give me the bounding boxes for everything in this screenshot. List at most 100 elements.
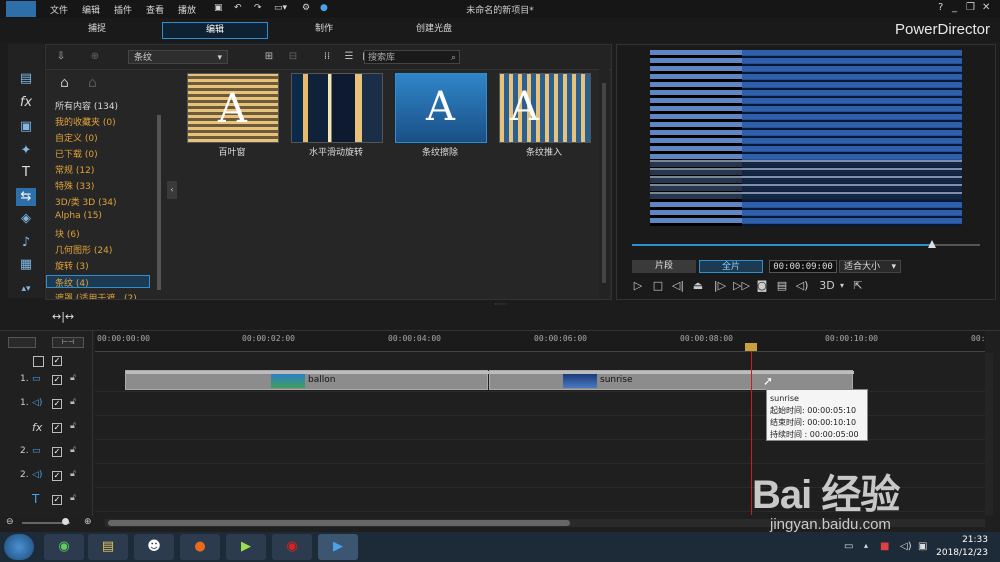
clock-time[interactable]: 21:33 bbox=[962, 535, 988, 545]
minimize-button[interactable]: _ bbox=[952, 2, 957, 13]
menu-playback[interactable]: 播放 bbox=[178, 3, 196, 16]
seek-handle[interactable] bbox=[928, 240, 936, 248]
category-item-selected[interactable]: 条纹 (4) bbox=[46, 275, 150, 289]
category-item[interactable]: Alpha (15) bbox=[55, 211, 102, 221]
tab-produce[interactable]: 制作 bbox=[272, 22, 376, 37]
settings-gear-icon[interactable]: ⚙ bbox=[302, 3, 310, 13]
tab-create-disc[interactable]: 创建光盘 bbox=[382, 22, 486, 37]
qq-icon[interactable]: ☻ bbox=[134, 534, 174, 560]
all-tracks-checkbox[interactable]: ✓ bbox=[52, 356, 62, 366]
category-item[interactable]: 几何图形 (24) bbox=[55, 243, 112, 256]
lock-icon[interactable]: 🔓︎ bbox=[70, 493, 76, 503]
restore-button[interactable]: ❐ bbox=[966, 2, 975, 13]
audio-mixing-icon[interactable]: ◈ bbox=[16, 210, 36, 228]
time-ruler[interactable]: 00:00:00:00 00:00:02:00 00:00:04:00 00:0… bbox=[95, 331, 985, 352]
timeline-scroll-thumb[interactable] bbox=[108, 520, 570, 526]
stop-icon[interactable]: □ bbox=[651, 279, 665, 293]
voice-record-icon[interactable]: ♪ bbox=[16, 234, 36, 252]
category-item[interactable]: 3D/类 3D (34) bbox=[55, 195, 117, 208]
add-icon[interactable]: ⊞ bbox=[262, 50, 276, 64]
track-enable-checkbox[interactable]: ✓ bbox=[52, 471, 62, 481]
track-enable-checkbox[interactable]: ✓ bbox=[52, 375, 62, 385]
close-button[interactable]: ✕ bbox=[982, 2, 990, 13]
lock-icon[interactable]: 🔓︎ bbox=[70, 397, 76, 407]
category-item[interactable]: 块 (6) bbox=[55, 227, 80, 240]
previous-frame-icon[interactable]: ◁| bbox=[671, 279, 685, 293]
menu-file[interactable]: 文件 bbox=[50, 3, 68, 16]
undo-icon[interactable]: ↶ bbox=[234, 3, 242, 13]
fit-size-select[interactable]: 适合大小 ▾ bbox=[839, 260, 901, 273]
firefox-icon[interactable]: ● bbox=[180, 534, 220, 560]
playhead-handle[interactable] bbox=[745, 343, 757, 351]
category-scrollbar[interactable] bbox=[157, 115, 161, 290]
menu-view[interactable]: 查看 bbox=[146, 3, 164, 16]
next-frame-icon[interactable]: |▷ bbox=[713, 279, 727, 293]
grid-view-icon[interactable]: ⁞⁞ bbox=[320, 50, 334, 64]
security-tray-icon[interactable]: ■ bbox=[880, 541, 889, 552]
tab-capture[interactable]: 捕捉 bbox=[45, 22, 149, 37]
mark-in-icon[interactable]: ⏏ bbox=[691, 279, 705, 293]
timecode-display[interactable]: 00:00:09:00 bbox=[769, 260, 837, 273]
undock-preview-icon[interactable]: ⇱ bbox=[851, 279, 865, 293]
clip-sunrise[interactable]: sunrise bbox=[489, 370, 854, 390]
category-item[interactable]: 遮罩 (适用于遮...(2) bbox=[55, 291, 155, 299]
file-explorer-icon[interactable]: ▤ bbox=[88, 534, 128, 560]
save-icon[interactable]: ▣ bbox=[214, 3, 223, 13]
subtitle-icon[interactable]: ▴▾ bbox=[16, 280, 36, 298]
timeline-view-button[interactable]: ⊢⊣ bbox=[52, 337, 84, 348]
tray-expand-icon[interactable]: ▴ bbox=[864, 541, 868, 550]
category-item[interactable]: 特殊 (33) bbox=[55, 179, 94, 192]
lock-icon[interactable]: 🔓︎ bbox=[70, 421, 76, 431]
fast-forward-icon[interactable]: ▷▷ bbox=[733, 279, 750, 293]
collapse-panel-arrow-icon[interactable]: ‹ bbox=[167, 181, 177, 199]
menu-plugins[interactable]: 插件 bbox=[114, 3, 132, 16]
category-item[interactable]: 所有内容 (134) bbox=[55, 99, 118, 112]
timeline-vertical-scrollbar[interactable] bbox=[985, 353, 993, 515]
track-enable-checkbox[interactable]: ✓ bbox=[52, 399, 62, 409]
category-item[interactable]: 常规 (12) bbox=[55, 163, 94, 176]
resize-grip-icon[interactable]: ····· bbox=[494, 300, 507, 309]
play-icon[interactable]: ▷ bbox=[631, 279, 645, 293]
effect-fx-icon[interactable]: fx bbox=[16, 94, 36, 112]
snapshot-camera-icon[interactable]: ◙ bbox=[755, 279, 769, 293]
category-item[interactable]: 我的收藏夹 (0) bbox=[55, 115, 116, 128]
pip-icon[interactable]: ▣ bbox=[16, 118, 36, 136]
track-enable-checkbox[interactable]: ✓ bbox=[52, 495, 62, 505]
lock-icon[interactable]: 🔓︎ bbox=[70, 373, 76, 383]
clip-ballon[interactable]: ballon bbox=[125, 370, 489, 390]
menu-edit[interactable]: 编辑 bbox=[82, 3, 100, 16]
sort-icon[interactable]: ☰ bbox=[342, 50, 356, 64]
media-room-icon[interactable]: ▤ bbox=[16, 70, 36, 88]
storyboard-view-button[interactable] bbox=[8, 337, 36, 348]
title-t-icon[interactable]: T bbox=[16, 164, 36, 182]
redo-icon[interactable]: ↷ bbox=[254, 3, 262, 13]
particle-icon[interactable]: ✦ bbox=[16, 142, 36, 160]
fit-timeline-icon[interactable]: ↔|↔ bbox=[52, 310, 74, 323]
transition-thumb-stripe-wipe[interactable]: A bbox=[395, 73, 487, 143]
clock-date[interactable]: 2018/12/23 bbox=[936, 548, 988, 558]
track-enable-checkbox[interactable]: ✓ bbox=[52, 447, 62, 457]
movie-mode-button[interactable]: 全片 bbox=[699, 260, 763, 273]
zoom-slider-handle[interactable] bbox=[62, 518, 69, 525]
transition-icon[interactable]: ⇆ bbox=[16, 188, 36, 206]
transition-thumb-blinds[interactable]: A bbox=[187, 73, 279, 143]
library-scroll-thumb[interactable] bbox=[602, 83, 606, 283]
category-item[interactable]: 旋转 (3) bbox=[55, 259, 89, 272]
powerdirector-taskbar-icon[interactable]: ▶ bbox=[318, 534, 358, 560]
zoom-in-icon[interactable]: ⊕ bbox=[84, 517, 92, 527]
media-player-icon[interactable]: ▶ bbox=[226, 534, 266, 560]
search-input[interactable]: 搜索库 ⌕ bbox=[364, 50, 460, 64]
category-select[interactable]: 条纹 ▾ bbox=[128, 50, 228, 64]
import-icon[interactable]: ⇩ bbox=[54, 50, 68, 64]
account-icon[interactable]: ● bbox=[320, 3, 328, 13]
category-item[interactable]: 自定义 (0) bbox=[55, 131, 98, 144]
3d-toggle[interactable]: 3D bbox=[817, 279, 837, 293]
track-row-video-2[interactable] bbox=[95, 441, 985, 464]
help-button[interactable]: ? bbox=[938, 2, 943, 13]
chapter-icon[interactable]: ▦ bbox=[16, 256, 36, 274]
subtitle-toggle-icon[interactable]: ▤ bbox=[775, 279, 789, 293]
all-tracks-select-box[interactable] bbox=[33, 356, 44, 367]
track-enable-checkbox[interactable]: ✓ bbox=[52, 423, 62, 433]
lock-icon[interactable]: 🔓︎ bbox=[70, 445, 76, 455]
aspect-ratio-icon[interactable]: ▭▾ bbox=[274, 3, 287, 13]
